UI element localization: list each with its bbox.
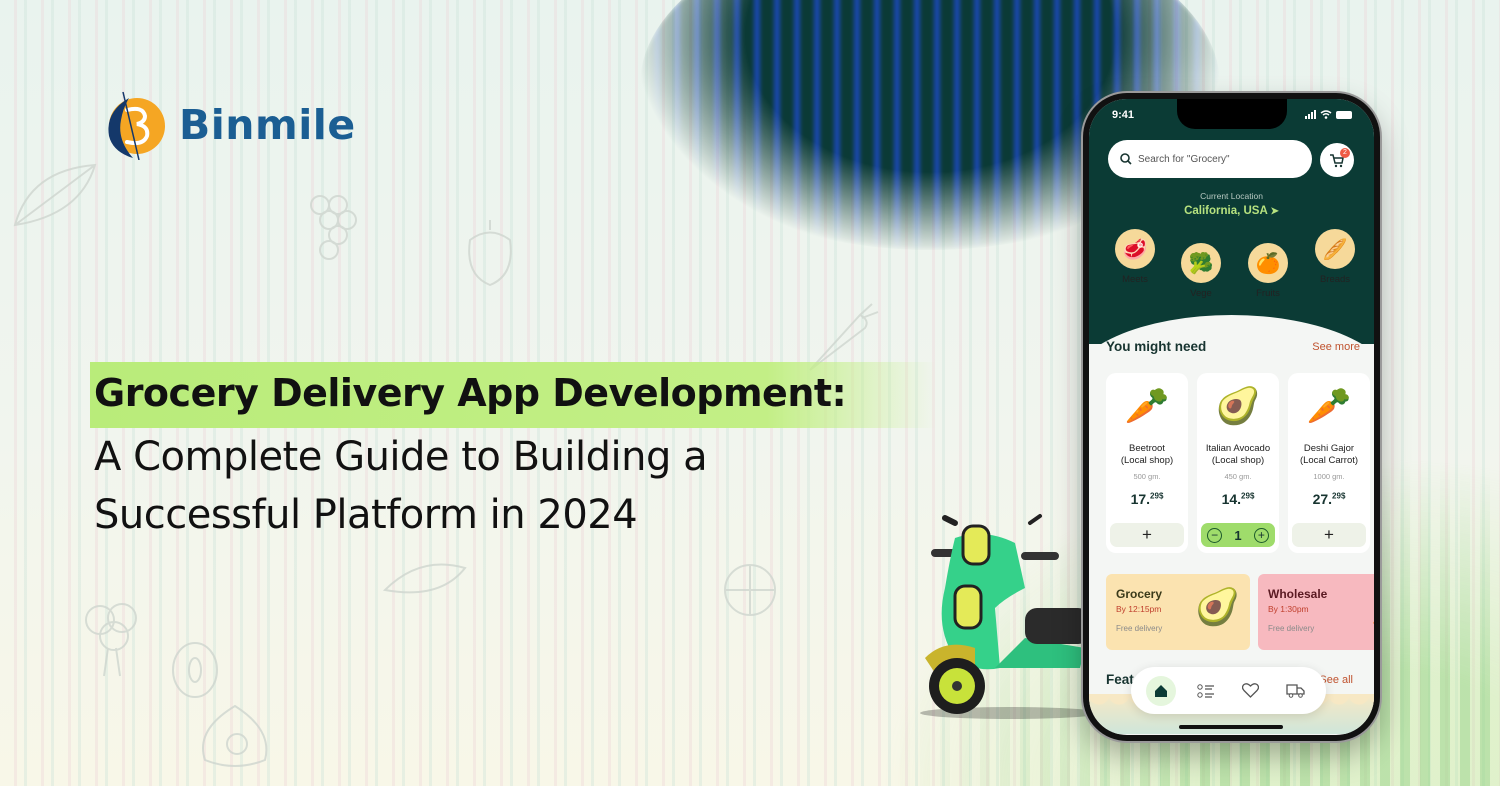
see-more-link[interactable]: See more (1312, 341, 1360, 353)
signal-icon (1305, 110, 1316, 119)
status-time: 9:41 (1112, 109, 1135, 121)
list-icon (1197, 683, 1215, 698)
category-label: Breads (1319, 274, 1351, 285)
search-input[interactable]: Search for "Grocery" (1108, 140, 1312, 178)
product-weight: 450 gm. (1224, 472, 1252, 481)
brand-name: Binmile (179, 101, 356, 149)
promo-wholesale[interactable]: Wholesale By 1:30pm Free delivery 🥕 (1258, 574, 1374, 650)
banner: Binmile Grocery Delivery App Development… (0, 0, 1500, 786)
brand-logo[interactable]: Binmile (103, 90, 356, 160)
category-label: Meets (1122, 274, 1148, 285)
product-card[interactable]: 🥕 Beetroot (Local shop) 500 gm. 17.29$ + (1106, 373, 1188, 553)
decrease-button[interactable]: − (1207, 527, 1223, 543)
product-card[interactable]: 🥑 Italian Avocado (Local shop) 450 gm. 14… (1197, 373, 1279, 553)
product-name: Beetroot (Local shop) (1120, 443, 1174, 466)
section-title-you-might-need: You might need (1106, 339, 1207, 354)
headline: Grocery Delivery App Development: A Comp… (90, 362, 937, 544)
location-value[interactable]: California, USA ➤ (1089, 205, 1374, 217)
avocado-icon: 🥑 (1215, 385, 1261, 426)
doodle-leaf-icon (13, 163, 97, 227)
promo-note: Free delivery (1268, 624, 1315, 633)
product-price: 17.29$ (1130, 491, 1164, 507)
phone-mockup: 9:41 Search for "Grocery" 2 Current Loca… (1083, 93, 1380, 741)
home-icon (1155, 684, 1168, 697)
battery-icon (1336, 110, 1352, 119)
binmile-logo-icon (108, 91, 165, 160)
promo-title: Wholesale (1268, 587, 1328, 601)
category-breads[interactable]: 🥖 Breads (1310, 229, 1360, 285)
carrot-icon: 🥕 (1306, 385, 1352, 426)
app-header (1089, 99, 1374, 344)
headline-line-2: A Complete Guide to Building a (94, 434, 708, 480)
bottom-tab-bar (1131, 667, 1326, 714)
avocado-icon: 🥑 (1195, 586, 1240, 627)
heart-icon (1242, 683, 1260, 698)
app-screen: 9:41 Search for "Grocery" 2 Current Loca… (1089, 99, 1374, 735)
search-icon (1120, 153, 1132, 165)
section-title-featured: Feat (1106, 672, 1134, 687)
beetroot-icon: 🥕 (1124, 385, 1170, 426)
navigation-arrow-icon: ➤ (1270, 206, 1279, 217)
category-label: Fruits (1256, 288, 1280, 299)
product-weight: 1000 gm. (1313, 472, 1345, 481)
headline-line-1: Grocery Delivery App Development: (94, 371, 847, 415)
product-price: 27.29$ (1312, 491, 1346, 507)
status-icons (1305, 110, 1352, 119)
tab-favorites[interactable] (1236, 676, 1266, 706)
category-fruits[interactable]: 🍊 Fruits (1243, 243, 1293, 299)
promo-time: By 1:30pm (1268, 604, 1309, 614)
product-name: Deshi Gajor (Local Carrot) (1299, 443, 1359, 466)
wifi-icon (1320, 110, 1332, 119)
headline-highlight: Grocery Delivery App Development: (90, 362, 937, 428)
doodle-cucumber-icon (382, 563, 467, 594)
product-name: Italian Avocado (Local shop) (1205, 443, 1271, 466)
broccoli-icon: 🥦 (1181, 243, 1221, 283)
product-price: 14.29$ (1221, 491, 1255, 507)
doodle-broccoli-icon (85, 603, 137, 677)
location-text: California, USA (1184, 205, 1268, 217)
add-to-cart-button[interactable]: + (1292, 523, 1366, 547)
location-label: Current Location (1200, 191, 1263, 201)
increase-button[interactable]: + (1253, 527, 1269, 543)
bread-icon: 🥖 (1315, 229, 1355, 269)
phone-notch (1177, 99, 1287, 129)
promo-grocery[interactable]: Grocery By 12:15pm Free delivery 🥑 (1106, 574, 1250, 650)
beetroot-icon: 🥕 (1371, 586, 1374, 628)
quantity-stepper: − 1 + (1201, 523, 1275, 547)
category-meets[interactable]: 🥩 Meets (1110, 229, 1160, 285)
product-card[interactable]: 🥕 Deshi Gajor (Local Carrot) 1000 gm. 27.… (1288, 373, 1370, 553)
doodle-orange-icon (724, 564, 776, 616)
fruit-icon: 🍊 (1248, 243, 1288, 283)
meat-icon: 🥩 (1115, 229, 1155, 269)
add-to-cart-button[interactable]: + (1110, 523, 1184, 547)
category-vege[interactable]: 🥦 Vege (1176, 243, 1226, 299)
tab-home[interactable] (1146, 675, 1177, 706)
doodle-kiwi-icon (172, 642, 218, 698)
product-weight: 500 gm. (1133, 472, 1161, 481)
tab-delivery[interactable] (1281, 676, 1311, 706)
doodle-grapes-icon (310, 195, 357, 260)
cart-badge: 2 (1340, 148, 1350, 158)
quantity-value: 1 (1234, 527, 1242, 543)
cart-button[interactable]: 2 (1320, 143, 1354, 177)
doodle-avocado-icon (202, 704, 268, 767)
search-placeholder: Search for "Grocery" (1138, 153, 1230, 165)
home-indicator (1179, 725, 1283, 729)
truck-icon (1286, 684, 1305, 698)
scooter-illustration (920, 514, 1090, 719)
doodle-pepper-icon (468, 220, 512, 287)
category-label: Vege (1190, 288, 1212, 299)
tab-list[interactable] (1191, 676, 1221, 706)
headline-line-3: Successful Platform in 2024 (94, 492, 638, 538)
